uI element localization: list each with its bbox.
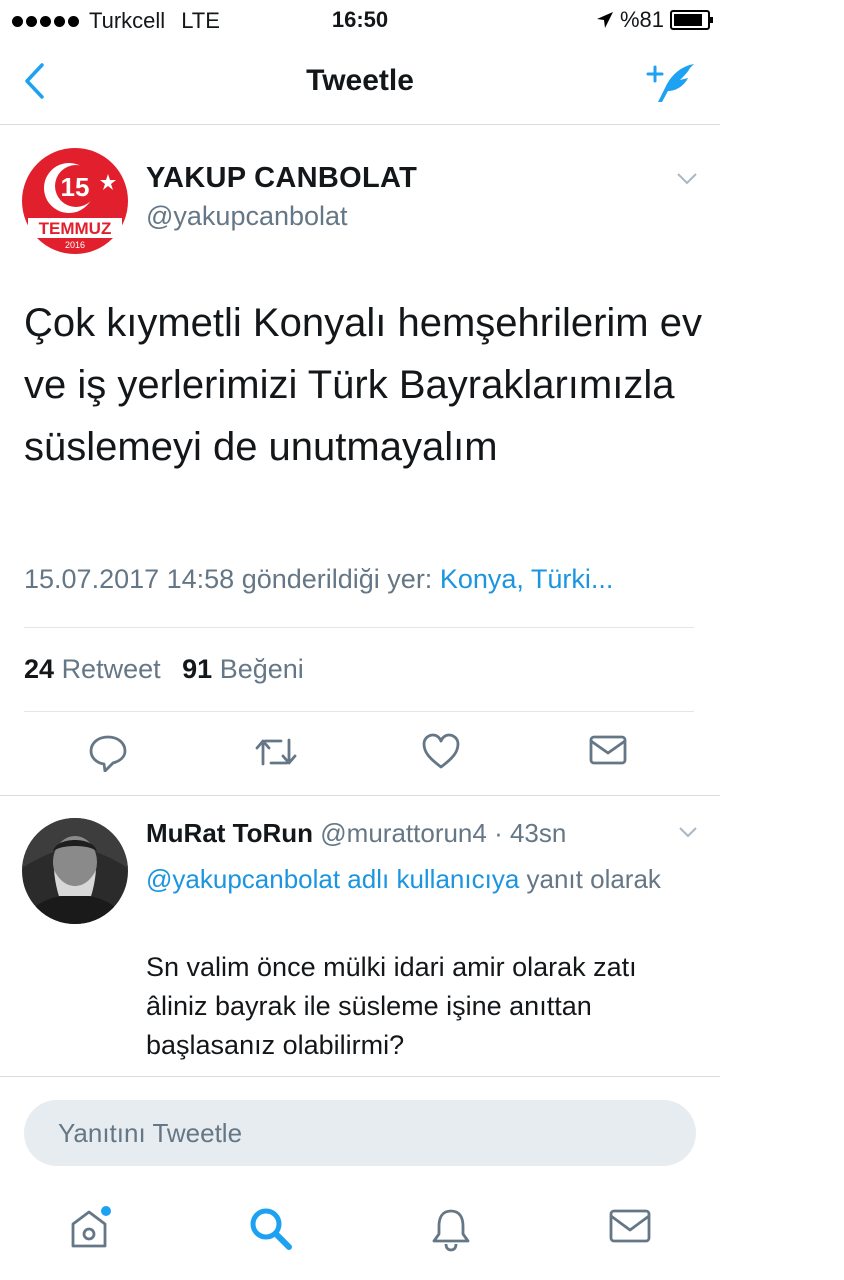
profile-photo <box>22 818 128 924</box>
reply-author-handle[interactable]: @murattorun4 <box>320 818 487 848</box>
like-stat[interactable]: 91 Beğeni <box>182 654 304 684</box>
navigation-bar: Tweetle <box>0 40 720 125</box>
separator-dot: · <box>486 818 510 848</box>
reply-context: @yakupcanbolat adlı kullanıcıya yanıt ol… <box>146 858 701 900</box>
chevron-down-icon <box>679 827 697 838</box>
notifications-icon <box>432 1209 470 1252</box>
chevron-down-icon <box>677 173 697 185</box>
author-name[interactable]: YAKUP CANBOLAT <box>146 162 417 195</box>
reply-context-suffix: yanıt olarak <box>526 864 661 894</box>
tweet-location-link[interactable]: Konya, Türki... <box>440 564 614 594</box>
tweet-detail-screen: Turkcell LTE 16:50 %81 Tweetle 15 TEMMUZ… <box>0 0 720 1280</box>
reply-author-name[interactable]: MuRat ToRun <box>146 818 313 848</box>
tweet-stats: 24 Retweet 91 Beğeni <box>24 654 304 685</box>
like-button[interactable] <box>421 732 461 775</box>
retweet-count: 24 <box>24 654 55 684</box>
search-icon <box>250 1208 292 1250</box>
badge-year: 2016 <box>65 240 85 250</box>
battery-icon <box>670 10 713 30</box>
tab-messages[interactable] <box>608 1206 652 1251</box>
retweet-label: Retweet <box>61 654 161 684</box>
author-avatar[interactable]: 15 TEMMUZ 2016 <box>22 148 128 254</box>
reply-input[interactable] <box>24 1100 658 1166</box>
author-handle[interactable]: @yakupcanbolat <box>146 201 348 232</box>
reply-icon <box>89 735 127 773</box>
retweet-button[interactable] <box>254 732 298 777</box>
reply-options-button[interactable] <box>678 826 698 844</box>
compose-tweet-icon <box>646 64 694 102</box>
reply-input-container[interactable] <box>24 1100 696 1166</box>
like-label: Beğeni <box>219 654 304 684</box>
reply-text: Sn valim önce mülki idari amir olarak za… <box>146 952 637 1060</box>
tab-search[interactable] <box>248 1206 294 1257</box>
divider <box>24 627 694 628</box>
direct-message-icon <box>589 735 627 765</box>
tab-notifications[interactable] <box>429 1206 473 1257</box>
tweet-text: Çok kıymetli Konyalı hemşehrilerim ev ve… <box>24 301 702 469</box>
retweet-stat[interactable]: 24 Retweet <box>24 654 161 684</box>
like-icon <box>422 733 460 769</box>
reply-time: 43sn <box>509 818 567 848</box>
retweet-icon <box>255 738 297 766</box>
battery-percent: %81 <box>619 7 664 32</box>
divider <box>0 795 720 796</box>
tab-home[interactable] <box>68 1206 114 1257</box>
divider <box>24 711 694 712</box>
temmuz-badge-logo: 15 TEMMUZ 2016 <box>22 148 128 254</box>
divider <box>0 1076 720 1077</box>
direct-message-button[interactable] <box>588 732 628 773</box>
reply-button[interactable] <box>88 732 128 777</box>
location-arrow-icon <box>596 12 613 28</box>
reply-mention-link[interactable]: @yakupcanbolat adlı kullanıcıya <box>146 864 519 894</box>
battery-info: %81 <box>596 7 713 33</box>
page-title: Tweetle <box>306 64 414 97</box>
tweet-metadata: 15.07.2017 14:58 gönderildiği yer: Konya… <box>24 564 613 595</box>
tweet-timestamp: 15.07.2017 14:58 gönderildiği yer: <box>24 564 433 594</box>
badge-text: TEMMUZ <box>39 219 112 238</box>
home-icon <box>71 1206 111 1248</box>
badge-number: 15 <box>61 172 90 202</box>
status-bar: Turkcell LTE 16:50 %81 <box>0 0 720 40</box>
reply-header: MuRat ToRun @murattorun4 · 43sn <box>146 818 566 849</box>
like-count: 91 <box>182 654 213 684</box>
tweet-options-button[interactable] <box>676 172 698 191</box>
compose-button[interactable] <box>644 60 698 111</box>
reply-author-avatar[interactable] <box>22 818 128 924</box>
messages-icon <box>609 1209 651 1243</box>
